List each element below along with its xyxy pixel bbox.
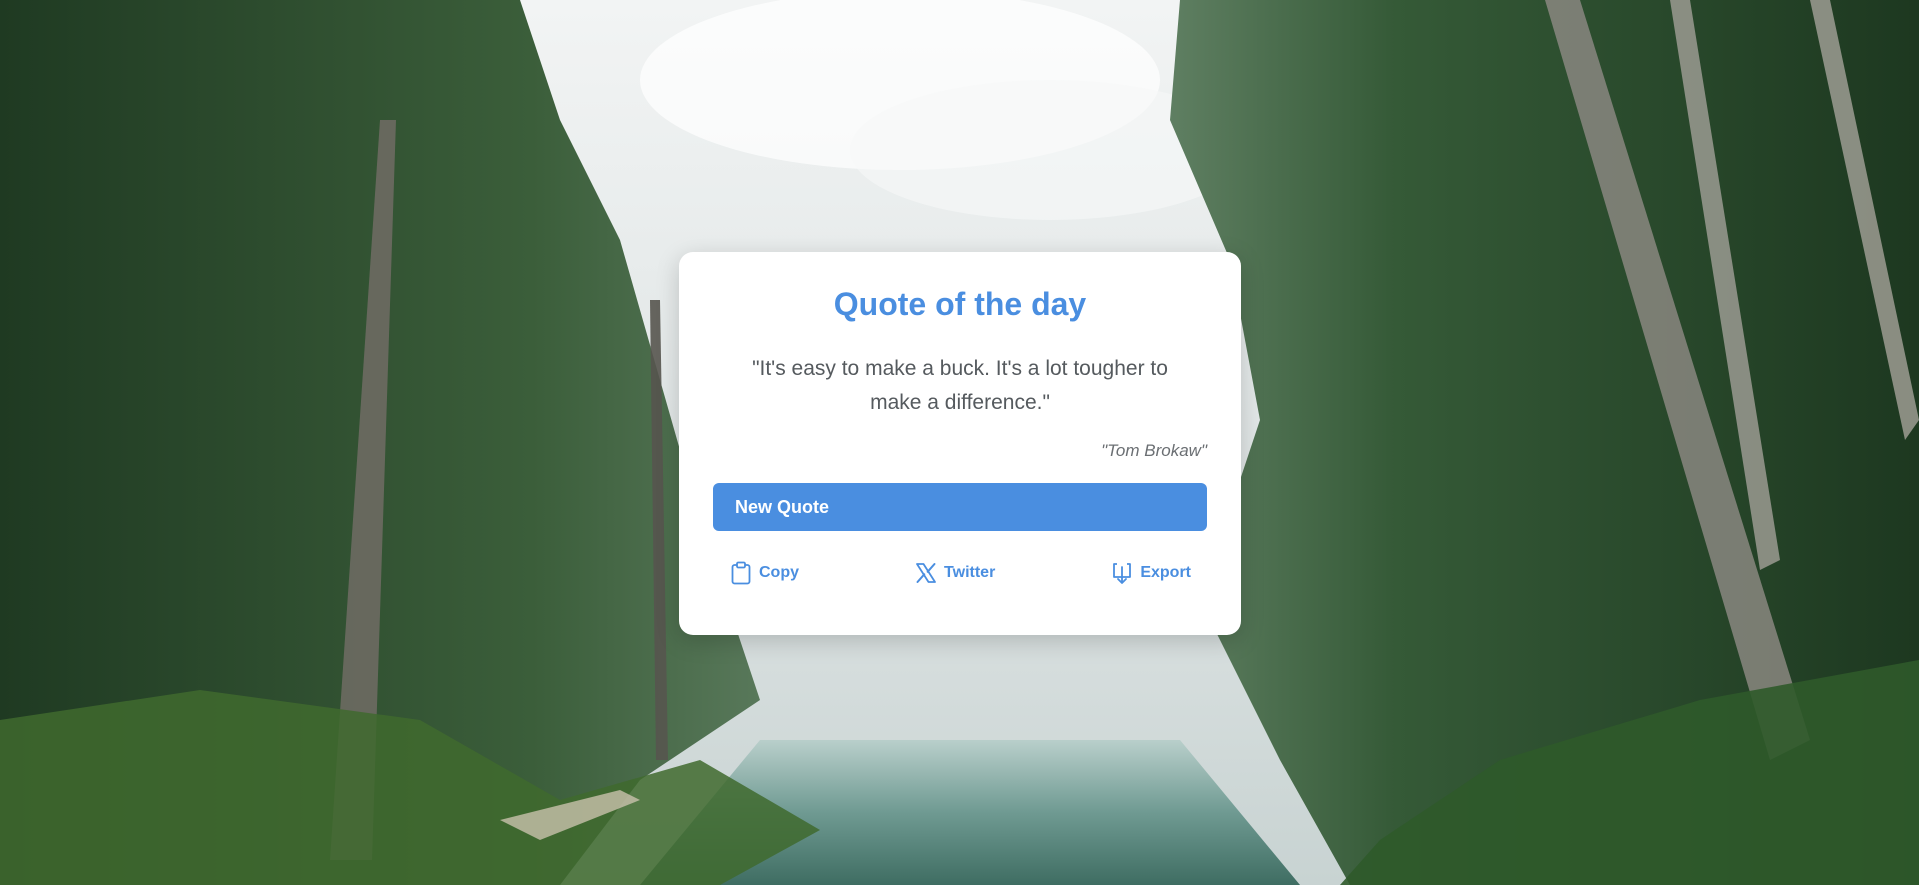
copy-label: Copy [759,564,799,581]
twitter-button[interactable]: Twitter [914,561,995,585]
twitter-label: Twitter [944,564,996,581]
page: Quote of the day "It's easy to make a bu… [0,0,1919,885]
quote-author: "Tom Brokaw" [1101,441,1207,460]
new-quote-button[interactable]: New Quote [713,483,1207,531]
export-download-icon [1110,561,1134,585]
action-bar: Copy Twitter Export [713,561,1207,585]
export-label: Export [1140,564,1191,581]
x-twitter-icon [914,561,938,585]
export-button[interactable]: Export [1110,561,1191,585]
card-title: Quote of the day [833,286,1087,322]
copy-button[interactable]: Copy [729,561,799,585]
quote-card: Quote of the day "It's easy to make a bu… [679,252,1241,635]
quote-text: "It's easy to make a buck. It's a lot to… [752,357,1168,414]
clipboard-icon [729,561,753,585]
